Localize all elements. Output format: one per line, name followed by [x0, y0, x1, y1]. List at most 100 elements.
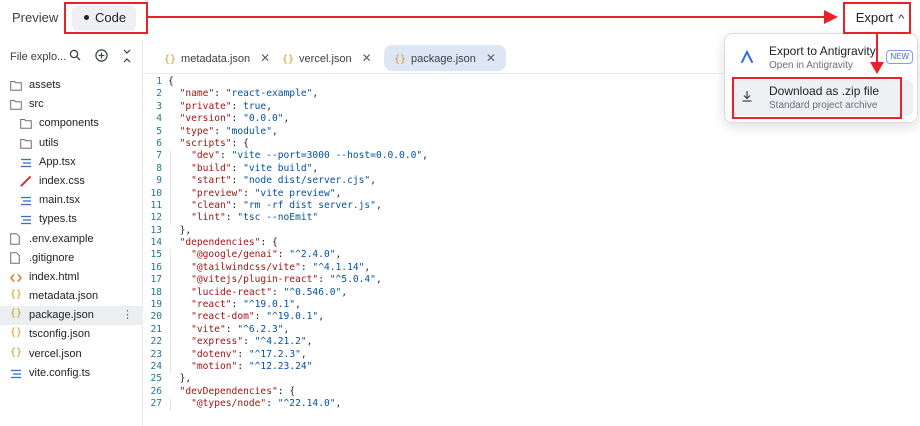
folder-icon — [20, 117, 32, 130]
file-icon — [10, 251, 22, 264]
line-number: 15 — [150, 249, 162, 261]
code-line: 12 "lint": "tsc --noEmit" — [144, 212, 920, 225]
annotation-box-download — [732, 77, 902, 119]
code-text: { — [168, 76, 174, 87]
close-tab-icon[interactable]: ✕ — [486, 51, 496, 65]
code-line: 15 "@google/genai": "^2.4.0", — [144, 249, 920, 262]
close-tab-icon[interactable]: ✕ — [260, 51, 270, 65]
line-number: 2 — [156, 88, 162, 100]
code-line: 9 "start": "node dist/server.cjs", — [144, 175, 920, 188]
file-tree-label: index.html — [29, 270, 80, 283]
file-tree-item[interactable]: index.html — [0, 268, 143, 287]
file-tree-label: vite.config.ts — [29, 366, 91, 379]
file-tree-item[interactable]: main.tsx — [0, 191, 143, 210]
folder-icon — [10, 98, 22, 110]
code-line: 5 "type": "module", — [144, 126, 920, 138]
code-text: "clean": "rm -rf dist server.js", — [191, 199, 382, 211]
file-tree-item[interactable]: .gitignore — [0, 249, 143, 268]
file-tree-label: App.tsx — [39, 155, 76, 168]
line-number: 14 — [150, 237, 162, 249]
line-number: 13 — [150, 224, 162, 236]
line-number: 6 — [156, 137, 162, 149]
close-tab-icon[interactable]: ✕ — [362, 51, 372, 65]
editor-tab[interactable]: {} vercel.json ✕ — [272, 45, 382, 71]
export-antigravity-subtitle: Open in Antigravity — [769, 60, 853, 71]
file-tree-label: main.tsx — [39, 194, 80, 207]
line-number: 3 — [156, 100, 162, 112]
code-text: "lint": "tsc --noEmit" — [191, 212, 319, 224]
export-antigravity-title: Export to Antigravity — [769, 44, 876, 58]
code-text: "preview": "vite preview", — [191, 187, 342, 199]
file-tree-item[interactable]: index.css — [0, 172, 143, 191]
code-line: 25 }, — [144, 373, 920, 385]
file-tree-label: assets — [29, 79, 61, 91]
code-icon — [10, 271, 22, 283]
file-tree-item[interactable]: {} vercel.json — [0, 345, 143, 364]
code-line: 19 "react": "^19.0.1", — [144, 299, 920, 312]
code-line: 10 "preview": "vite preview", — [144, 187, 920, 200]
braces-icon: {} — [10, 308, 23, 320]
file-tree-label: index.css — [39, 174, 85, 187]
search-icon[interactable] — [67, 49, 83, 65]
add-file-icon[interactable] — [93, 49, 109, 65]
braces-icon: {} — [10, 289, 23, 301]
line-number: 16 — [150, 261, 162, 273]
code-line: 22 "express": "^4.21.2", — [144, 336, 920, 349]
code-text: "version": "0.0.0", — [179, 113, 290, 125]
file-tree-item[interactable]: {} tsconfig.json — [0, 325, 143, 344]
line-number: 5 — [156, 125, 162, 137]
line-number: 1 — [156, 76, 162, 87]
braces-icon: {} — [10, 346, 23, 358]
code-line: 17 "@vitejs/plugin-react": "^5.0.4", — [144, 274, 920, 287]
code-text: "build": "vite build", — [191, 162, 319, 174]
json-file-icon: {} — [394, 54, 407, 65]
code-text: "@vitejs/plugin-react": "^5.0.4", — [191, 274, 382, 286]
file-tree: assets src components utils App.tsx index.css… — [0, 76, 143, 383]
folder-icon — [20, 137, 32, 149]
file-tree-item[interactable]: vite.config.ts — [0, 364, 143, 383]
editor-tab-label: metadata.json — [181, 53, 251, 65]
line-number: 24 — [150, 360, 162, 372]
code-editor[interactable]: 1 {2 "name": "react-example", 3 "private":… — [144, 76, 920, 426]
file-tree-item[interactable]: types.ts — [0, 210, 143, 229]
export-antigravity-item[interactable]: Export to Antigravity Open in Antigravit… — [731, 40, 913, 76]
code-text: "scripts": { — [179, 137, 249, 149]
file-tree-item[interactable]: utils — [0, 134, 143, 153]
line-number: 19 — [150, 299, 162, 311]
line-number: 10 — [150, 187, 162, 199]
file-tree-item[interactable]: App.tsx — [0, 153, 143, 172]
file-tree-item[interactable]: components — [0, 114, 143, 133]
code-text: "@types/node": "^22.14.0", — [191, 398, 342, 410]
editor-tab[interactable]: {} metadata.json ✕ — [154, 45, 280, 71]
collapse-all-icon[interactable] — [119, 49, 135, 65]
preview-tab[interactable]: Preview — [2, 5, 68, 31]
line-number: 9 — [156, 175, 162, 187]
code-line: 18 "lucide-react": "^0.546.0", — [144, 286, 920, 300]
line-number: 8 — [156, 162, 162, 174]
code-line: 8 "build": "vite build", — [144, 162, 920, 176]
file-tree-label: .env.example — [29, 232, 94, 245]
file-tree-item[interactable]: .env.example — [0, 230, 143, 249]
code-text: "type": "module", — [179, 125, 278, 137]
editor-tab[interactable]: {} package.json ✕ — [384, 45, 506, 71]
code-line: 20 "react-dom": "^19.0.1", — [144, 311, 920, 324]
file-tree-label: package.json — [29, 309, 94, 322]
annotation-arrowhead-down — [870, 62, 884, 74]
line-number: 20 — [150, 311, 162, 323]
code-text: "express": "^4.21.2", — [191, 336, 313, 348]
file-tree-label: .gitignore — [29, 251, 75, 264]
code-line: 14 "dependencies": { — [144, 237, 920, 249]
code-text: "react-dom": "^19.0.1", — [191, 311, 324, 323]
file-tree-item[interactable]: assets — [0, 76, 143, 95]
code-text: "name": "react-example", — [179, 88, 319, 100]
file-tree-label: types.ts — [39, 213, 77, 226]
code-text: "motion": "^12.23.24" — [191, 360, 313, 372]
code-text: "private": true, — [179, 100, 272, 112]
file-tree-item[interactable]: src — [0, 95, 143, 114]
line-number: 18 — [150, 286, 162, 298]
code-text: }, — [179, 224, 192, 236]
folder-icon — [10, 79, 22, 91]
file-tree-item[interactable]: {} metadata.json — [0, 287, 143, 306]
file-tree-item[interactable]: {} package.json ⋮ — [0, 306, 143, 326]
more-options-icon[interactable]: ⋮ — [122, 306, 133, 325]
